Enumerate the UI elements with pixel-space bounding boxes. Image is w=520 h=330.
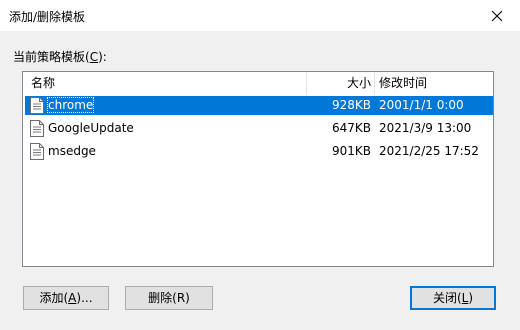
file-modified: 2001/1/1 0:00 [379,98,464,112]
add-label-suffix: )... [76,291,93,305]
add-remove-templates-dialog: 添加/删除模板 当前策略模板(C): 名称 大小 修改时间 chrome 928… [0,0,520,330]
list-item[interactable]: chrome 928KB 2001/1/1 0:00 [25,96,493,115]
templates-list[interactable]: 名称 大小 修改时间 chrome 928KB 2001/1/1 0:00 Go… [22,71,494,267]
delete-button[interactable]: 删除(R) [125,286,213,310]
title-bar: 添加/删除模板 [0,0,520,31]
column-separator[interactable] [374,72,375,95]
list-item[interactable]: msedge 901KB 2021/2/25 17:52 [25,142,493,161]
label-prefix: 当前策略模板( [13,50,90,64]
file-modified: 2021/2/25 17:52 [379,144,479,158]
column-header-modified[interactable]: 修改时间 [379,72,427,95]
file-size: 647KB [331,121,371,135]
close-button[interactable]: 关闭(L) [410,286,496,310]
add-label-prefix: 添加( [39,291,69,305]
file-modified: 2021/3/9 13:00 [379,121,472,135]
list-item[interactable]: GoogleUpdate 647KB 2021/3/9 13:00 [25,119,493,138]
list-header: 名称 大小 修改时间 [23,72,493,95]
close-window-button[interactable] [474,0,520,31]
close-label-prefix: 关闭( [432,291,462,305]
close-icon [491,10,503,21]
close-label-suffix: ) [468,291,474,305]
current-policy-templates-label: 当前策略模板(C): [13,48,107,65]
add-button[interactable]: 添加(A)... [23,286,109,310]
file-size: 901KB [331,144,371,158]
label-suffix: ): [98,50,107,64]
window-title: 添加/删除模板 [9,10,86,24]
label-accelerator: C [89,50,99,64]
column-header-size[interactable]: 大小 [23,72,371,95]
file-size: 928KB [331,98,371,112]
